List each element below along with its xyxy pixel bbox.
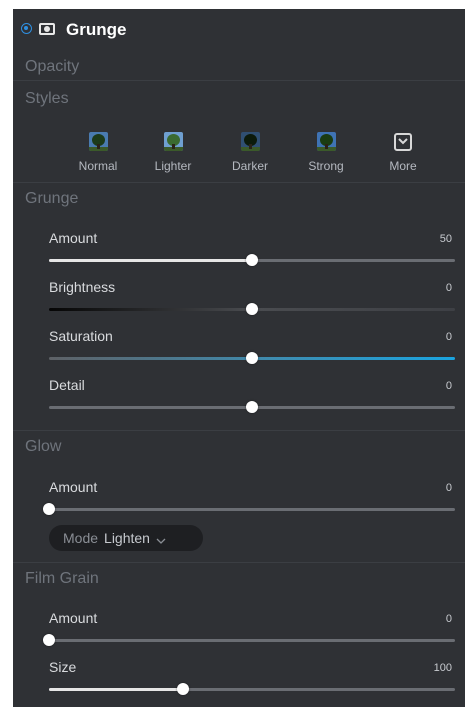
style-label: Darker — [231, 159, 268, 173]
style-label: Lighter — [154, 159, 192, 173]
mask-icon[interactable] — [39, 23, 55, 35]
style-strong-button[interactable]: Strong — [294, 132, 358, 184]
slider-label: Detail — [49, 377, 85, 393]
grunge-panel: Grunge Opacity Styles Normal Lighter Dar… — [13, 9, 465, 707]
slider-fill — [49, 688, 183, 691]
style-darker-button[interactable]: Darker — [218, 132, 282, 184]
section-glow[interactable]: Glow — [13, 438, 465, 456]
slider-value: 0 — [445, 380, 452, 392]
slider-value: 0 — [445, 613, 452, 625]
divider — [13, 562, 465, 563]
slider-knob[interactable] — [43, 503, 55, 515]
grunge-detail-slider[interactable] — [49, 401, 455, 413]
glow-amount-slider[interactable] — [43, 503, 455, 515]
slider-knob[interactable] — [246, 254, 258, 266]
grunge-amount-slider[interactable] — [49, 254, 455, 266]
slider-knob[interactable] — [246, 401, 258, 413]
style-label: Strong — [308, 159, 344, 173]
mode-value: Lighten — [104, 530, 150, 546]
section-grunge[interactable]: Grunge — [13, 190, 465, 208]
grunge-brightness-slider[interactable] — [49, 303, 455, 315]
slider-value: 50 — [439, 233, 452, 245]
slider-label: Saturation — [49, 328, 113, 344]
section-film-grain[interactable]: Film Grain — [13, 570, 465, 588]
mode-label: Mode — [63, 530, 99, 546]
slider-label: Amount — [49, 479, 98, 495]
style-label: Normal — [78, 159, 118, 173]
slider-label: Amount — [49, 610, 98, 626]
film-grain-size-slider[interactable] — [49, 683, 455, 695]
tree-thumbnail-icon — [164, 132, 183, 151]
chevron-down-box-icon — [394, 133, 412, 151]
divider — [13, 182, 465, 183]
glow-mode-dropdown[interactable]: Mode Lighten — [49, 525, 203, 551]
radio-selected-icon[interactable] — [21, 23, 32, 34]
tree-thumbnail-icon — [89, 132, 108, 151]
slider-knob[interactable] — [176, 683, 189, 695]
slider-label: Brightness — [49, 279, 116, 295]
style-more-button[interactable]: More — [371, 132, 435, 184]
layer-header[interactable]: Grunge — [13, 9, 465, 53]
divider — [13, 430, 465, 431]
style-normal-button[interactable]: Normal — [66, 132, 130, 184]
section-styles[interactable]: Styles — [13, 90, 465, 108]
slider-value: 0 — [445, 331, 452, 343]
film-grain-amount-slider[interactable] — [43, 634, 455, 646]
slider-knob[interactable] — [246, 352, 258, 364]
slider-value: 100 — [433, 662, 452, 674]
slider-value: 0 — [445, 282, 452, 294]
slider-knob[interactable] — [246, 303, 258, 315]
section-opacity[interactable]: Opacity — [13, 58, 465, 76]
style-lighter-button[interactable]: Lighter — [141, 132, 205, 184]
slider-label: Size — [49, 659, 77, 675]
divider — [13, 80, 465, 81]
slider-knob[interactable] — [43, 634, 55, 646]
slider-label: Amount — [49, 230, 98, 246]
style-label: More — [389, 159, 417, 173]
tree-thumbnail-icon — [241, 132, 260, 151]
tree-thumbnail-icon — [317, 132, 336, 151]
slider-fill — [49, 259, 252, 262]
grunge-saturation-slider[interactable] — [49, 352, 455, 364]
chevron-down-icon — [156, 526, 166, 552]
slider-value: 0 — [445, 482, 452, 494]
layer-title: Grunge — [66, 20, 127, 39]
